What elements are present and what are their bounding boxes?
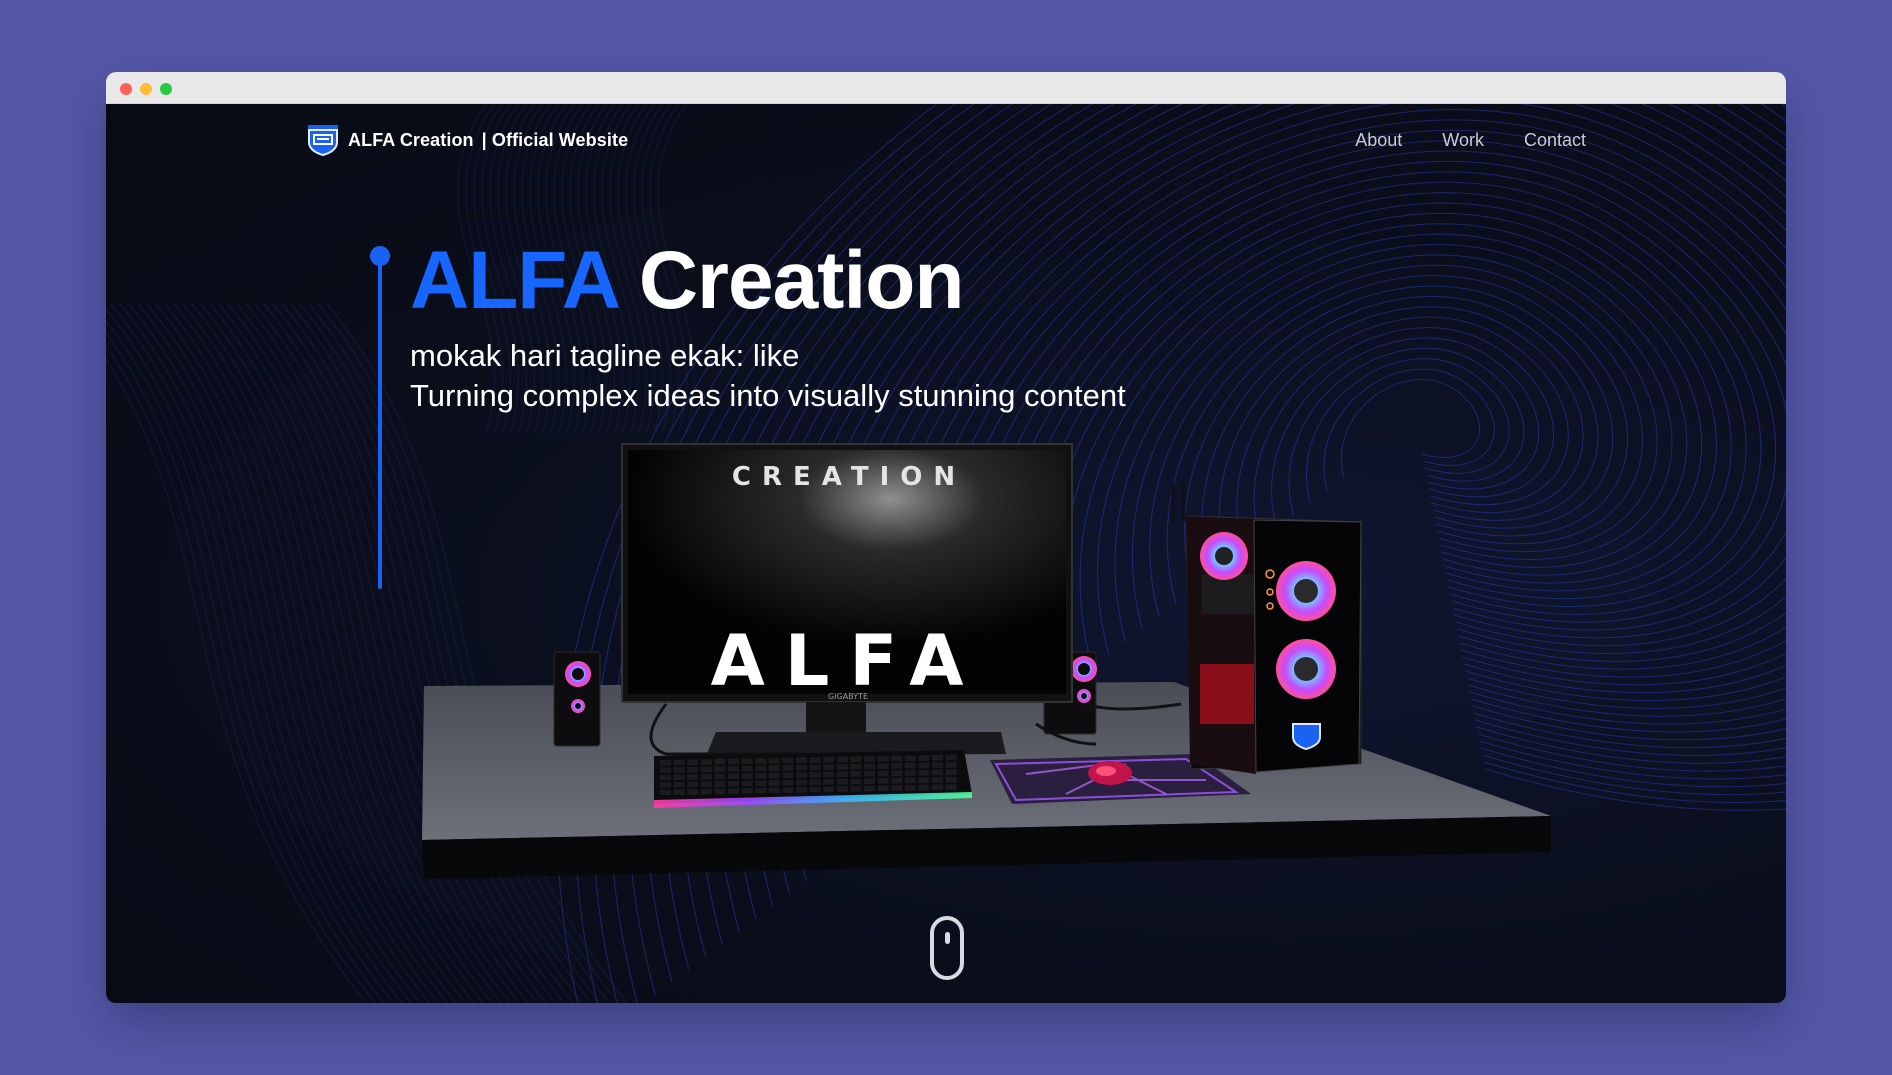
mouse-scroll-icon[interactable] (930, 916, 964, 980)
browser-window: ALFA Creation | Official Website About W… (106, 72, 1786, 1003)
hero-page: ALFA Creation | Official Website About W… (106, 104, 1786, 1003)
speaker-left (553, 651, 601, 747)
monitor-brand-text: GIGABYTE (828, 692, 868, 701)
keyboard (654, 750, 972, 808)
minimize-window-button[interactable] (140, 83, 152, 95)
close-window-button[interactable] (120, 83, 132, 95)
case-logo-icon (1292, 723, 1321, 751)
desk-setup-illustration: CREATION ALFA GIGABYTE (422, 443, 1551, 879)
monitor-logo-text: ALFA (711, 620, 984, 702)
monitor-top-text: CREATION (732, 462, 966, 492)
window-titlebar (106, 72, 1786, 104)
scroll-wheel (945, 932, 950, 944)
pc-tower (1171, 480, 1362, 774)
maximize-window-button[interactable] (160, 83, 172, 95)
